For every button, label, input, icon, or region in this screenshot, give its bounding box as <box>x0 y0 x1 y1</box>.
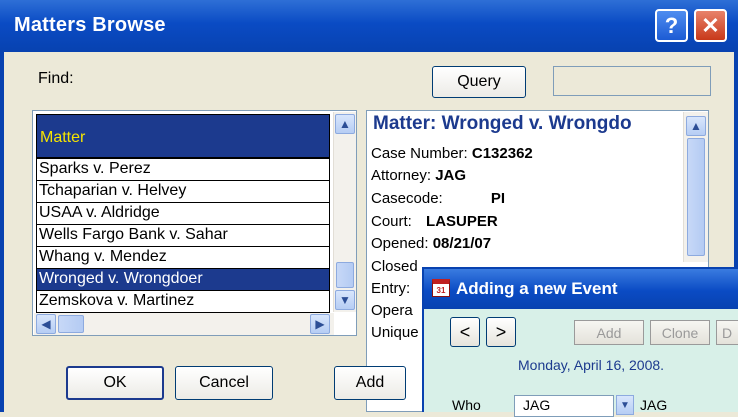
casecode-row: Casecode: PI <box>371 190 505 207</box>
scroll-up-arrow-icon[interactable]: ▲ <box>335 114 355 134</box>
case-number-value: C132362 <box>471 145 533 162</box>
event-dialog-title: Adding a new Event <box>456 279 618 298</box>
court-value: LASUPER <box>426 213 498 230</box>
list-item-6[interactable]: Zemskova v. Martinez <box>36 290 330 313</box>
list-item-1[interactable]: Tchaparian v. Helvey <box>36 180 330 203</box>
details-scroll-up-arrow-icon[interactable]: ▲ <box>686 116 706 136</box>
list-item-4[interactable]: Whang v. Mendez <box>36 246 330 269</box>
operator-label: Opera <box>371 302 413 319</box>
close-button[interactable]: ✕ <box>694 9 727 42</box>
add-event-dialog: 31 Adding a new Event < > Add Clone D Mo… <box>422 267 738 417</box>
cancel-button[interactable]: Cancel <box>175 366 273 400</box>
case-number-row: Case Number: C132362 <box>371 145 533 162</box>
court-label: Court: <box>371 213 412 230</box>
calendar-icon: 31 <box>432 279 450 297</box>
window-title: Matters Browse <box>14 14 166 36</box>
entry-label: Entry: <box>371 280 411 297</box>
unique-label: Unique <box>371 324 419 341</box>
details-scroll-thumb[interactable] <box>687 138 705 256</box>
opened-value: 08/21/07 <box>432 235 492 252</box>
scroll-right-arrow-icon[interactable]: ▶ <box>310 314 330 334</box>
list-item-5[interactable]: Wronged v. Wrongdoer <box>36 268 330 291</box>
add-button[interactable]: Add <box>334 366 406 400</box>
title-bar[interactable]: Matters Browse ? ✕ <box>0 0 738 52</box>
next-event-button[interactable]: > <box>486 317 516 347</box>
list-vertical-scrollbar[interactable]: ▲ ▼ <box>333 112 356 312</box>
event-date: Monday, April 16, 2008. <box>518 357 665 373</box>
scroll-left-arrow-icon[interactable]: ◀ <box>36 314 56 334</box>
attorney-row: Attorney: JAG <box>371 167 466 184</box>
matters-browse-window: Matters Browse ? ✕ Find: Query Matter Sp… <box>0 0 738 417</box>
find-label: Find: <box>38 70 74 87</box>
ok-button[interactable]: OK <box>66 366 164 400</box>
matter-details-title: Matter: Wronged v. Wrongdo <box>373 113 632 134</box>
attorney-label: Attorney: <box>371 167 432 184</box>
event-add-button[interactable]: Add <box>574 320 644 345</box>
query-button[interactable]: Query <box>432 66 526 98</box>
opened-label: Opened: <box>371 235 429 252</box>
event-clone-button[interactable]: Clone <box>650 320 710 345</box>
who-input[interactable]: JAG <box>514 395 614 417</box>
details-vertical-scrollbar[interactable]: ▲ <box>683 112 708 262</box>
list-item-0[interactable]: Sparks v. Perez <box>36 158 330 181</box>
attorney-value: JAG <box>435 167 467 184</box>
matter-list[interactable]: Matter Sparks v. Perez Tchaparian v. Hel… <box>32 110 357 336</box>
event-dialog-title-bar[interactable]: 31 Adding a new Event <box>424 269 738 309</box>
help-button[interactable]: ? <box>655 9 688 42</box>
casecode-label: Casecode: <box>371 190 443 207</box>
who-value: JAG <box>640 397 668 413</box>
opened-row: Opened: 08/21/07 <box>371 235 491 252</box>
horizontal-scroll-thumb[interactable] <box>58 315 84 333</box>
event-delete-button[interactable]: D <box>716 320 738 345</box>
list-item-2[interactable]: USAA v. Aldridge <box>36 202 330 225</box>
list-horizontal-scrollbar[interactable]: ◀ ▶ <box>34 313 334 335</box>
casecode-value: PI <box>490 190 506 207</box>
scroll-thumb[interactable] <box>336 262 354 288</box>
query-input[interactable] <box>553 66 711 96</box>
court-row: Court: LASUPER <box>371 213 498 230</box>
case-number-label: Case Number: <box>371 145 468 162</box>
closed-label: Closed <box>371 258 418 275</box>
matter-list-header[interactable]: Matter <box>36 114 330 158</box>
scroll-down-arrow-icon[interactable]: ▼ <box>335 290 355 310</box>
previous-event-button[interactable]: < <box>450 317 480 347</box>
who-label: Who <box>452 397 481 413</box>
who-dropdown-arrow-icon[interactable]: ▼ <box>616 395 634 415</box>
list-item-3[interactable]: Wells Fargo Bank v. Sahar <box>36 224 330 247</box>
